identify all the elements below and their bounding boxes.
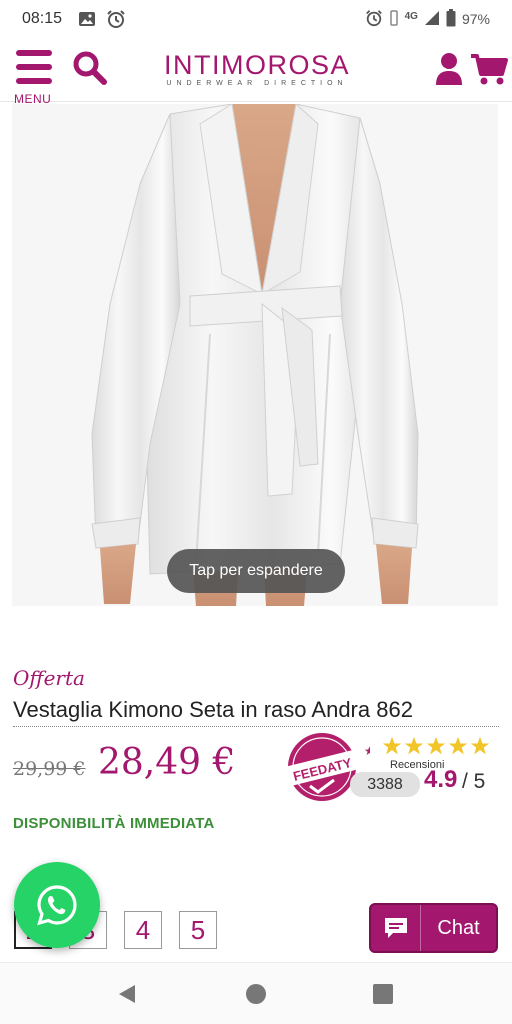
image-icon [78, 11, 96, 27]
svg-text:★: ★ [364, 744, 370, 758]
rating-max: / 5 [462, 770, 486, 793]
chat-bubble-icon [371, 905, 421, 951]
signal-icon [424, 10, 440, 29]
rating-value: 4.9 [424, 766, 458, 793]
status-time: 08:15 [22, 10, 63, 27]
old-price: 29,99 € [13, 758, 86, 780]
home-button[interactable] [245, 983, 267, 1010]
star-icon [470, 736, 490, 755]
star-icon [404, 736, 424, 755]
size-option[interactable]: 5 [179, 911, 217, 949]
home-icon [246, 984, 266, 1004]
size-option[interactable]: 4 [124, 911, 162, 949]
logo-tagline: UNDERWEAR DIRECTION [166, 80, 348, 87]
current-price: 28,49 € [98, 742, 236, 783]
star-icon [426, 736, 446, 755]
star-icon [382, 736, 402, 755]
back-icon [119, 985, 135, 1003]
chat-label: Chat [437, 916, 480, 939]
recent-apps-button[interactable] [372, 983, 394, 1010]
status-bar: 08:15 4G 97% [0, 0, 512, 38]
alarm-icon [365, 9, 383, 30]
whatsapp-button[interactable] [14, 862, 100, 948]
recent-apps-icon [373, 984, 393, 1004]
offer-badge: Offerta [13, 666, 85, 690]
back-button[interactable] [116, 983, 138, 1010]
account-button[interactable] [434, 52, 464, 86]
chat-button[interactable]: Chat [369, 903, 498, 953]
availability-status: DISPONIBILITÀ IMMEDIATA [13, 815, 215, 832]
search-icon [73, 51, 107, 85]
whatsapp-icon [37, 885, 77, 926]
network-label: 4G [404, 10, 418, 22]
expand-hint-toast: Tap per espandere [167, 549, 345, 593]
product-image[interactable] [0, 104, 512, 606]
logo-text: INTIMOROSA [163, 50, 350, 80]
menu-button[interactable]: MENU [14, 48, 54, 106]
vibrate-icon [389, 9, 399, 30]
star-icon [448, 736, 468, 755]
user-icon [436, 53, 462, 85]
system-nav-bar [0, 962, 512, 1024]
cart-button[interactable] [470, 52, 508, 86]
battery-icon [446, 8, 456, 30]
battery-level: 97% [461, 11, 490, 27]
search-button[interactable] [72, 50, 108, 86]
product-title: Vestaglia Kimono Seta in raso Andra 862 [13, 697, 499, 727]
rating-stars [382, 736, 490, 756]
reviews-count[interactable]: 3388 [350, 772, 420, 797]
alarm-icon [106, 9, 126, 29]
site-logo[interactable]: INTIMOROSA UNDERWEAR DIRECTION [152, 50, 362, 90]
cart-icon [471, 54, 508, 85]
site-header: MENU INTIMOROSA UNDERWEAR DIRECTION [0, 38, 512, 106]
